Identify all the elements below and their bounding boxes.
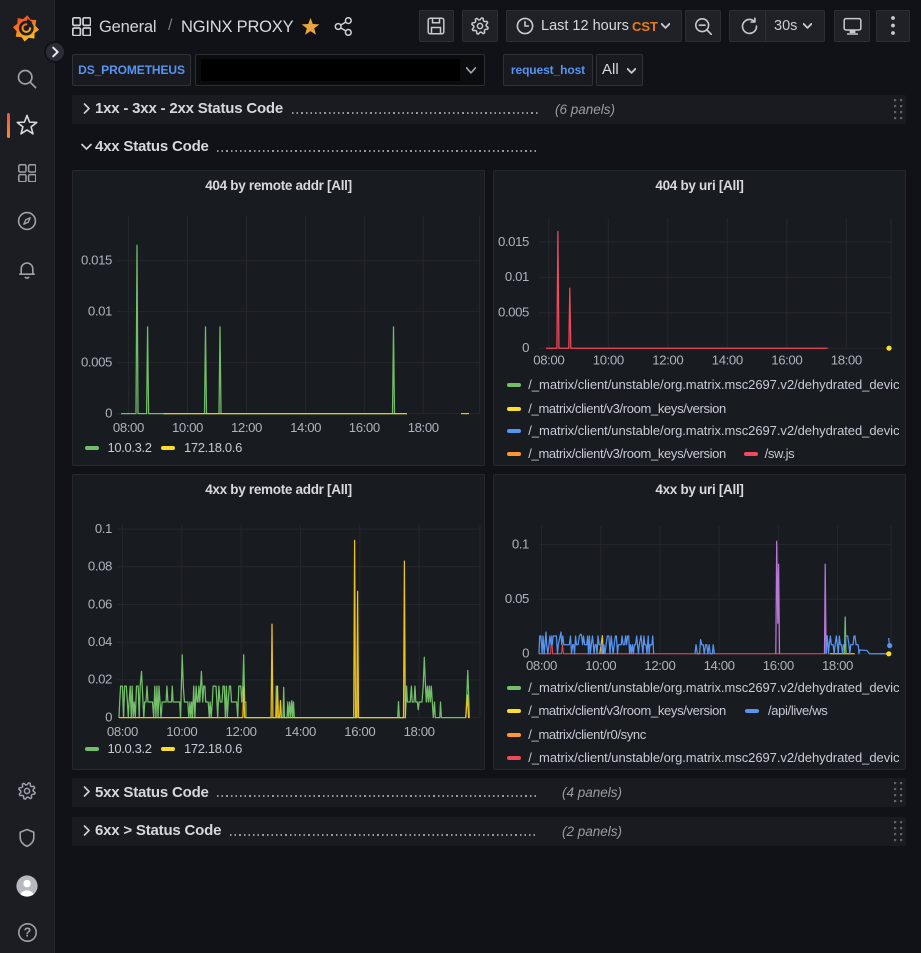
svg-text:0.01: 0.01 — [88, 303, 112, 318]
svg-text:18:00: 18:00 — [822, 658, 853, 673]
svg-text:16:00: 16:00 — [344, 724, 375, 739]
svg-text:0.06: 0.06 — [88, 596, 112, 611]
svg-text:18:00: 18:00 — [408, 420, 439, 435]
svg-text:0: 0 — [105, 405, 112, 420]
svg-text:10:00: 10:00 — [585, 658, 616, 673]
svg-text:18:00: 18:00 — [404, 724, 435, 739]
svg-text:0.005: 0.005 — [81, 354, 112, 369]
svg-text:0: 0 — [105, 709, 112, 724]
svg-text:0.015: 0.015 — [81, 252, 112, 267]
svg-text:0.005: 0.005 — [498, 305, 529, 320]
svg-text:0.01: 0.01 — [505, 269, 529, 284]
svg-text:0.02: 0.02 — [88, 672, 112, 687]
svg-text:08:00: 08:00 — [533, 353, 564, 368]
svg-text:?: ? — [23, 926, 31, 940]
svg-text:08:00: 08:00 — [526, 658, 557, 673]
svg-text:16:00: 16:00 — [763, 658, 794, 673]
svg-text:0.08: 0.08 — [88, 559, 112, 574]
svg-text:10:00: 10:00 — [172, 420, 203, 435]
svg-text:14:00: 14:00 — [290, 420, 321, 435]
svg-text:12:00: 12:00 — [231, 420, 262, 435]
svg-text:12:00: 12:00 — [652, 353, 683, 368]
svg-text:0.1: 0.1 — [512, 536, 529, 551]
svg-text:16:00: 16:00 — [771, 353, 802, 368]
svg-text:14:00: 14:00 — [285, 724, 316, 739]
svg-text:08:00: 08:00 — [107, 724, 138, 739]
svg-text:0.1: 0.1 — [95, 521, 112, 536]
svg-text:12:00: 12:00 — [226, 724, 257, 739]
svg-text:0.05: 0.05 — [505, 591, 529, 606]
svg-text:10:00: 10:00 — [166, 724, 197, 739]
svg-text:10:00: 10:00 — [593, 353, 624, 368]
svg-text:18:00: 18:00 — [831, 353, 862, 368]
svg-text:0.015: 0.015 — [498, 234, 529, 249]
svg-text:16:00: 16:00 — [349, 420, 380, 435]
svg-text:0: 0 — [522, 340, 529, 355]
svg-text:08:00: 08:00 — [113, 420, 144, 435]
svg-text:0.04: 0.04 — [88, 634, 112, 649]
svg-text:12:00: 12:00 — [644, 658, 675, 673]
svg-text:14:00: 14:00 — [712, 353, 743, 368]
svg-text:14:00: 14:00 — [704, 658, 735, 673]
